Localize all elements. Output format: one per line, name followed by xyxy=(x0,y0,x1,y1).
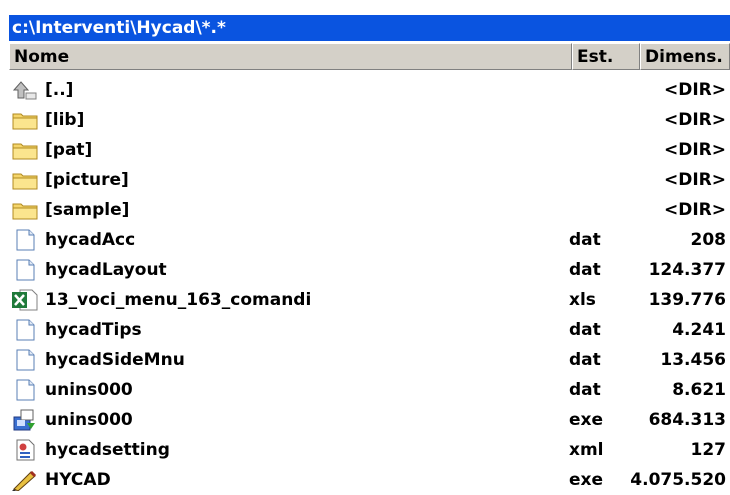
file-size: 124.377 xyxy=(648,260,726,280)
file-row[interactable]: [picture] <DIR> xyxy=(9,165,730,195)
file-name: HYCAD xyxy=(45,470,111,490)
file-row[interactable]: hycadTips dat 4.241 xyxy=(9,315,730,345)
file-panel: c:\Interventi\Hycad\*.* Nome Est. Dimens… xyxy=(0,0,730,495)
file-name: [lib] xyxy=(45,110,85,130)
file-size: 8.621 xyxy=(672,380,726,400)
file-size: 208 xyxy=(690,230,727,250)
hycad-app-icon xyxy=(11,469,39,492)
file-size: 684.313 xyxy=(648,410,726,430)
column-header: Nome Est. Dimens. xyxy=(9,43,730,70)
file-extension: dat xyxy=(569,230,601,250)
folder-icon xyxy=(11,169,39,191)
folder-icon xyxy=(11,199,39,221)
file-extension: exe xyxy=(569,410,604,430)
file-extension: dat xyxy=(569,320,601,340)
file-name: hycadTips xyxy=(45,320,142,340)
file-list: [..] <DIR> [lib] <DIR> [pat] <DIR> [picture] <D… xyxy=(9,75,730,495)
file-size: <DIR> xyxy=(663,110,726,130)
file-size: <DIR> xyxy=(663,80,726,100)
column-size-header[interactable]: Dimens. xyxy=(640,43,730,70)
file-name: [picture] xyxy=(45,170,129,190)
excel-icon xyxy=(11,289,39,311)
file-size: 139.776 xyxy=(648,290,726,310)
file-extension: dat xyxy=(569,380,601,400)
file-name: unins000 xyxy=(45,380,133,400)
file-row[interactable]: [sample] <DIR> xyxy=(9,195,730,225)
file-size: <DIR> xyxy=(663,140,726,160)
file-row[interactable]: HYCAD exe 4.075.520 xyxy=(9,465,730,495)
installer-icon xyxy=(11,409,39,431)
file-row[interactable]: unins000 exe 684.313 xyxy=(9,405,730,435)
file-extension: exe xyxy=(569,470,604,490)
file-row[interactable]: hycadSideMnu dat 13.456 xyxy=(9,345,730,375)
file-row[interactable]: unins000 dat 8.621 xyxy=(9,375,730,405)
folder-icon xyxy=(11,109,39,131)
file-size: <DIR> xyxy=(663,170,726,190)
file-row[interactable]: [..] <DIR> xyxy=(9,75,730,105)
file-row[interactable]: hycadLayout dat 124.377 xyxy=(9,255,730,285)
file-extension: xls xyxy=(569,290,596,310)
file-name: hycadLayout xyxy=(45,260,167,280)
file-row[interactable]: hycadsetting xml 127 xyxy=(9,435,730,465)
file-name: [sample] xyxy=(45,200,130,220)
file-size: 4.075.520 xyxy=(630,470,726,490)
file-icon xyxy=(11,379,39,401)
file-size: <DIR> xyxy=(663,200,726,220)
file-row[interactable]: hycadAcc dat 208 xyxy=(9,225,730,255)
file-icon xyxy=(11,319,39,341)
file-size: 4.241 xyxy=(672,320,726,340)
file-extension: xml xyxy=(569,440,604,460)
file-size: 127 xyxy=(690,440,727,460)
file-name: 13_voci_menu_163_comandi xyxy=(45,290,312,310)
file-extension: dat xyxy=(569,260,601,280)
file-row[interactable]: 13_voci_menu_163_comandi xls 139.776 xyxy=(9,285,730,315)
up-arrow-icon xyxy=(11,79,39,101)
file-size: 13.456 xyxy=(660,350,726,370)
column-name-header[interactable]: Nome xyxy=(9,43,572,70)
file-name: hycadAcc xyxy=(45,230,136,250)
file-row[interactable]: [lib] <DIR> xyxy=(9,105,730,135)
file-name: hycadsetting xyxy=(45,440,170,460)
file-icon xyxy=(11,349,39,371)
file-name: [..] xyxy=(45,80,74,100)
file-icon xyxy=(11,229,39,251)
folder-icon xyxy=(11,139,39,161)
file-icon xyxy=(11,259,39,281)
file-row[interactable]: [pat] <DIR> xyxy=(9,135,730,165)
file-extension: dat xyxy=(569,350,601,370)
xml-file-icon xyxy=(11,439,39,461)
file-name: [pat] xyxy=(45,140,93,160)
column-ext-header[interactable]: Est. xyxy=(572,43,640,70)
path-bar[interactable]: c:\Interventi\Hycad\*.* xyxy=(9,15,730,41)
file-name: hycadSideMnu xyxy=(45,350,185,370)
file-name: unins000 xyxy=(45,410,133,430)
